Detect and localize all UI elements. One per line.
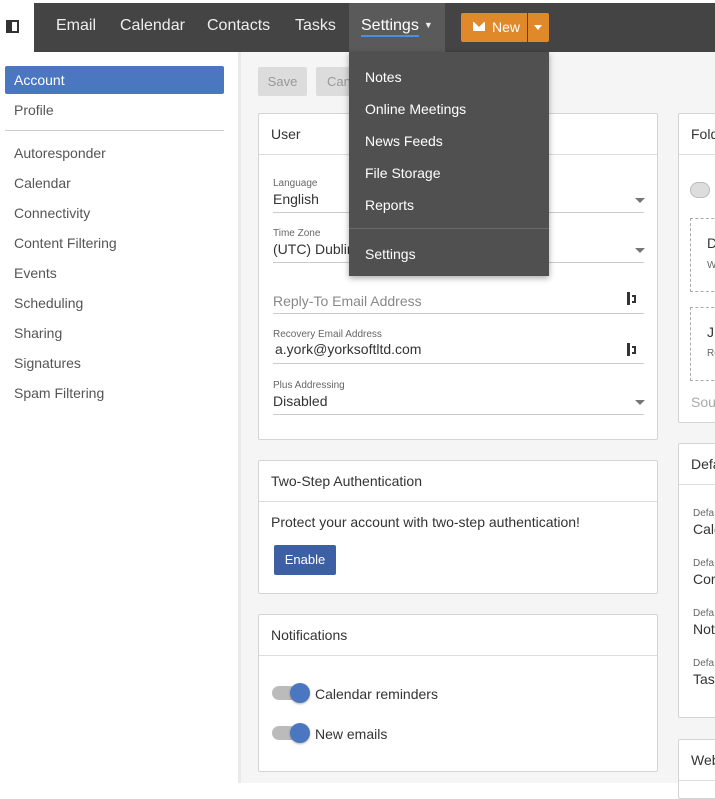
password-manager-icon[interactable] — [627, 292, 637, 305]
sidebar-item-scheduling[interactable]: Scheduling — [14, 295, 83, 311]
sidebar-item-sharing[interactable]: Sharing — [14, 325, 62, 341]
default-value[interactable]: Cor — [693, 571, 715, 587]
password-manager-icon[interactable] — [627, 343, 637, 356]
sidebar-item-content-filtering[interactable]: Content Filtering — [14, 235, 117, 251]
folder-item-title: J — [707, 324, 714, 340]
sidebar-item-calendar[interactable]: Calendar — [14, 175, 71, 191]
new-emails-toggle[interactable] — [272, 723, 310, 743]
menu-item-file-storage[interactable]: File Storage — [365, 165, 440, 181]
sidebar-separator — [5, 130, 224, 131]
two-step-card-title: Two-Step Authentication — [271, 473, 422, 489]
nav-contacts[interactable]: Contacts — [207, 17, 270, 35]
language-label: Language — [273, 178, 318, 189]
web-card: Web — [678, 739, 715, 799]
defaults-card-title: Defa — [691, 456, 715, 472]
new-emails-label: New emails — [315, 726, 388, 742]
sidebar-item-spam-filtering[interactable]: Spam Filtering — [14, 385, 104, 401]
caret-down-icon: ▼ — [423, 20, 433, 30]
web-card-title: Web — [691, 752, 715, 768]
top-bar: Email Calendar Contacts Tasks Settings ▼ … — [0, 0, 715, 52]
reply-to-underline — [273, 313, 644, 314]
timezone-select[interactable]: (UTC) Dublin — [273, 241, 355, 257]
default-value[interactable]: Not — [693, 621, 715, 637]
two-step-description: Protect your account with two-step authe… — [271, 514, 580, 530]
envelope-icon — [473, 22, 485, 31]
default-label: Defa — [693, 608, 715, 619]
toggle-knob — [290, 683, 310, 703]
folder-item[interactable] — [690, 218, 715, 292]
folder-item-subtitle: Re — [707, 348, 715, 359]
default-label: Defa — [693, 658, 715, 669]
new-button-label: New — [492, 19, 521, 35]
default-value[interactable]: Cale — [693, 521, 715, 537]
folder-item-title: D — [707, 235, 715, 251]
nav-email[interactable]: Email — [56, 17, 96, 35]
nav-settings[interactable]: Settings ▼ — [361, 17, 433, 37]
reply-to-email-input[interactable]: Reply-To Email Address — [273, 293, 422, 309]
two-step-card-header: Two-Step Authentication — [259, 461, 657, 502]
timezone-label: Time Zone — [273, 228, 321, 239]
menu-separator — [349, 228, 549, 229]
calendar-reminders-label: Calendar reminders — [315, 686, 438, 702]
user-card-title: User — [271, 126, 301, 142]
folders-card-header: Fold — [679, 114, 715, 155]
folders-card-title: Fold — [691, 126, 715, 142]
web-card-header: Web — [679, 740, 715, 781]
nav-tasks[interactable]: Tasks — [295, 17, 336, 35]
plus-addressing-dropdown-icon[interactable] — [635, 400, 645, 405]
sidebar-item-account[interactable]: Account — [14, 72, 65, 88]
menu-item-reports[interactable]: Reports — [365, 197, 414, 213]
calendar-reminders-toggle[interactable] — [272, 683, 310, 703]
enable-two-step-button[interactable]: Enable — [274, 545, 336, 575]
recovery-email-label: Recovery Email Address — [273, 329, 382, 340]
language-select[interactable]: English — [273, 191, 319, 207]
default-label: Defa — [693, 558, 715, 569]
menu-item-notes[interactable]: Notes — [365, 69, 402, 85]
sidebar-item-signatures[interactable]: Signatures — [14, 355, 81, 371]
folders-toggle[interactable] — [690, 182, 710, 198]
sidebar-toggle-icon[interactable] — [6, 20, 19, 33]
recovery-email-input[interactable]: a.york@yorksoftltd.com — [275, 341, 421, 357]
menu-item-online-meetings[interactable]: Online Meetings — [365, 101, 466, 117]
cancel-button[interactable]: Can — [316, 67, 350, 96]
notifications-card-header: Notifications — [259, 615, 657, 656]
toggle-knob — [290, 723, 310, 743]
nav-calendar[interactable]: Calendar — [120, 17, 185, 35]
new-button[interactable]: New — [461, 13, 527, 42]
sidebar-item-profile[interactable]: Profile — [14, 102, 54, 118]
recovery-underline — [273, 363, 644, 364]
save-button[interactable]: Save — [258, 67, 307, 96]
folders-footer-text: Sou — [691, 394, 715, 410]
default-label: Defa — [693, 508, 715, 519]
sidebar-item-autoresponder[interactable]: Autoresponder — [14, 145, 106, 161]
settings-sidebar — [0, 52, 238, 783]
folder-item[interactable] — [690, 307, 715, 381]
menu-item-news-feeds[interactable]: News Feeds — [365, 133, 443, 149]
new-dropdown-button[interactable] — [528, 13, 549, 42]
defaults-card-header: Defa — [679, 444, 715, 485]
settings-dropdown-menu: Notes Online Meetings News Feeds File St… — [349, 52, 549, 276]
sidebar-item-events[interactable]: Events — [14, 265, 57, 281]
timezone-dropdown-icon[interactable] — [635, 248, 645, 253]
notifications-card-title: Notifications — [271, 627, 348, 643]
plus-addressing-underline — [273, 414, 644, 415]
language-dropdown-icon[interactable] — [635, 198, 645, 203]
plus-addressing-label: Plus Addressing — [273, 380, 345, 391]
plus-addressing-select[interactable]: Disabled — [273, 393, 327, 409]
nav-settings-label: Settings — [361, 17, 419, 37]
default-value[interactable]: Tas — [693, 671, 715, 687]
sidebar-item-connectivity[interactable]: Connectivity — [14, 205, 90, 221]
menu-item-settings[interactable]: Settings — [365, 246, 416, 262]
folder-item-subtitle: W — [707, 260, 715, 271]
